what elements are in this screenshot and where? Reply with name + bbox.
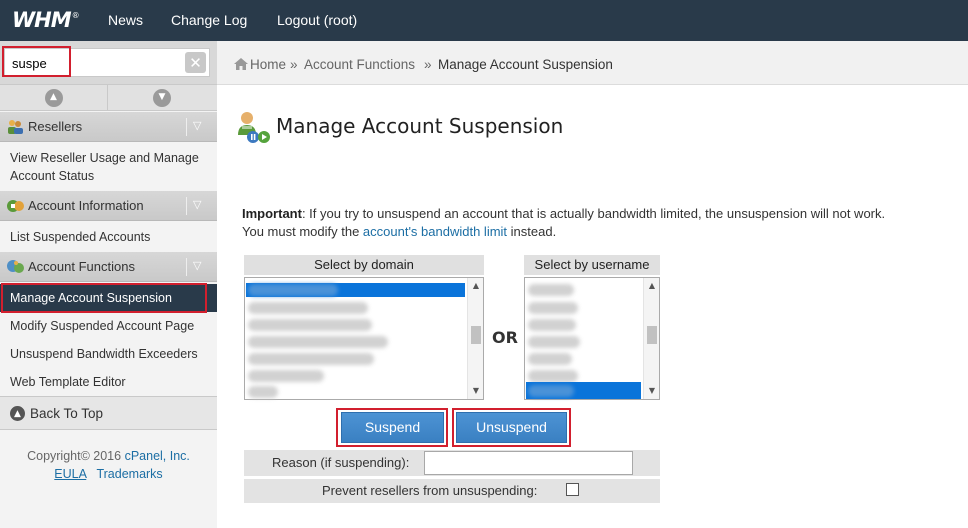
important-text: instead.: [507, 224, 557, 239]
breadcrumb: Home » Account Functions » Manage Accoun…: [217, 41, 968, 85]
breadcrumb-separator: »: [290, 57, 298, 72]
scroll-up-icon[interactable]: ▲: [468, 278, 484, 294]
scroll-up-button[interactable]: ▲: [0, 85, 108, 110]
breadcrumb-account-functions[interactable]: Account Functions: [304, 41, 415, 89]
list-item[interactable]: [528, 353, 572, 365]
search-highlight-outline: [2, 46, 71, 77]
sidebar-item-unsuspend-bandwidth-exceeders[interactable]: Unsuspend Bandwidth Exceeders: [10, 345, 198, 363]
nav-news[interactable]: News: [108, 0, 143, 41]
list-item[interactable]: [248, 370, 324, 382]
category-label: Account Information: [28, 198, 144, 213]
trademark-mark: ®: [71, 10, 80, 20]
select-by-domain-label: Select by domain: [244, 255, 484, 275]
arrow-up-icon: ▲: [44, 88, 63, 107]
arrow-up-circle-icon: ▲: [10, 406, 25, 421]
reason-input[interactable]: [424, 451, 633, 475]
category-account-functions[interactable]: Account Functions ▽: [0, 252, 217, 282]
breadcrumb-separator: »: [424, 57, 432, 72]
list-item[interactable]: [528, 319, 576, 331]
prevent-resellers-checkbox[interactable]: [566, 483, 579, 496]
suspend-button[interactable]: Suspend: [341, 412, 444, 443]
back-to-top-button[interactable]: ▲ Back To Top: [0, 396, 217, 430]
search-area: ✕: [0, 41, 217, 84]
arrow-down-icon: ▼: [153, 88, 171, 107]
bandwidth-limit-link[interactable]: account's bandwidth limit: [363, 224, 507, 239]
list-item[interactable]: [248, 386, 278, 398]
scroll-up-icon[interactable]: ▲: [644, 278, 660, 294]
manage-suspension-icon: [238, 112, 270, 143]
list-item[interactable]: [248, 336, 388, 348]
sidebar-item-web-template-editor[interactable]: Web Template Editor: [10, 373, 126, 391]
nav-logout[interactable]: Logout (root): [277, 0, 357, 41]
clear-search-icon[interactable]: ✕: [185, 52, 206, 73]
category-account-information[interactable]: Account Information ▽: [0, 191, 217, 221]
username-scrollbar[interactable]: ▲ ▼: [643, 278, 659, 399]
category-label: Resellers: [28, 119, 83, 134]
breadcrumb-current: Manage Account Suspension: [438, 57, 613, 72]
scroll-thumb[interactable]: [647, 326, 657, 344]
page-title: Manage Account Suspension: [276, 114, 564, 138]
account-information-icon: [7, 200, 24, 212]
divider: [186, 197, 187, 215]
copyright: Copyright© 2016 cPanel, Inc. EULA Tradem…: [0, 447, 217, 483]
chevron-down-icon[interactable]: ▽: [193, 259, 201, 272]
divider: [186, 118, 187, 136]
cpanel-link[interactable]: cPanel, Inc.: [125, 449, 190, 463]
reason-label: Reason (if suspending):: [272, 455, 410, 470]
sidebar-item-modify-suspended-account-page[interactable]: Modify Suspended Account Page: [10, 317, 194, 335]
trademarks-link[interactable]: Trademarks: [96, 467, 162, 481]
prevent-label: Prevent resellers from unsuspending:: [322, 483, 538, 498]
domain-scrollbar[interactable]: ▲ ▼: [467, 278, 483, 399]
back-to-top-label: Back To Top: [30, 406, 104, 421]
select-by-username-label: Select by username: [524, 255, 660, 275]
nav-change-log[interactable]: Change Log: [171, 0, 247, 41]
important-notice: Important: If you try to unsuspend an ac…: [242, 205, 967, 241]
list-item[interactable]: [528, 302, 578, 314]
important-text: You must modify the: [242, 224, 363, 239]
scroll-down-icon[interactable]: ▼: [468, 383, 484, 399]
domain-listbox[interactable]: ▲ ▼: [244, 277, 484, 400]
important-label: Important: [242, 206, 302, 221]
or-separator: OR: [492, 328, 518, 347]
list-item[interactable]: [528, 336, 580, 348]
unsuspend-button[interactable]: Unsuspend: [456, 412, 567, 443]
sidebar-item-view-reseller-usage[interactable]: View Reseller Usage and Manage Account S…: [10, 149, 210, 185]
resellers-icon: [8, 120, 23, 134]
list-item[interactable]: [528, 385, 574, 397]
top-bar: WHM ® News Change Log Logout (root): [0, 0, 968, 41]
chevron-down-icon[interactable]: ▽: [193, 119, 201, 132]
scroll-thumb[interactable]: [471, 326, 481, 344]
list-item[interactable]: [248, 302, 368, 314]
sidebar-item-list-suspended-accounts[interactable]: List Suspended Accounts: [10, 228, 150, 246]
sidebar: ✕ ▲ ▼ Resellers ▽ View Reseller Usage an…: [0, 41, 217, 528]
category-label: Account Functions: [28, 259, 135, 274]
list-item[interactable]: [528, 284, 574, 296]
chevron-down-icon[interactable]: ▽: [193, 198, 201, 211]
account-functions-icon: [7, 260, 24, 273]
username-listbox[interactable]: ▲ ▼: [524, 277, 660, 400]
list-item[interactable]: [248, 284, 338, 296]
important-text: : If you try to unsuspend an account tha…: [301, 206, 886, 221]
breadcrumb-home[interactable]: Home: [250, 41, 286, 89]
copyright-prefix: Copyright© 2016: [27, 449, 122, 463]
home-icon[interactable]: [234, 58, 248, 70]
list-item[interactable]: [528, 370, 578, 382]
logo-text: WHM: [12, 8, 72, 32]
scroll-down-button[interactable]: ▼: [108, 85, 216, 110]
nav-arrows: ▲ ▼: [0, 84, 217, 111]
list-item[interactable]: [248, 353, 374, 365]
active-item-highlight-outline: [1, 283, 207, 313]
list-item[interactable]: [248, 319, 372, 331]
eula-link[interactable]: EULA: [54, 467, 86, 481]
scroll-down-icon[interactable]: ▼: [644, 383, 660, 399]
divider: [186, 258, 187, 276]
category-resellers[interactable]: Resellers ▽: [0, 112, 217, 142]
prevent-row: Prevent resellers from unsuspending:: [244, 479, 660, 503]
whm-logo[interactable]: WHM ®: [12, 8, 80, 32]
